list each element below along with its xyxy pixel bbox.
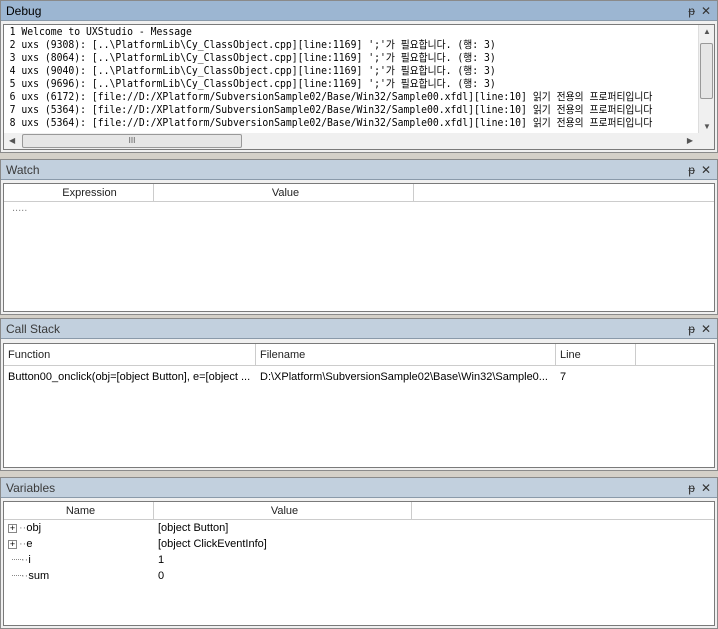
scroll-down-icon[interactable]: ▼	[703, 122, 711, 131]
pin-icon[interactable]: ᵽ	[688, 4, 695, 18]
debug-log: 1 Welcome to UXStudio - Message 2 uxs (93…	[4, 25, 692, 133]
tree-row[interactable]: + ··obj [object Button]	[4, 520, 714, 536]
scroll-thumb[interactable]	[700, 43, 713, 99]
log-line: 3 uxs (8064): [..\PlatformLib\Cy_ClassOb…	[9, 52, 496, 64]
panel-title: Variables	[6, 481, 56, 495]
column-name[interactable]: Name	[4, 502, 154, 519]
column-function[interactable]: Function	[4, 344, 256, 365]
variables-title-bar: Variables ᵽ ✕	[1, 478, 717, 498]
callstack-title-bar: Call Stack ᵽ ✕	[1, 319, 717, 339]
debug-title-bar: Debug ᵽ ✕	[1, 1, 717, 21]
var-name: i	[28, 554, 31, 566]
panel-title: Debug	[6, 4, 42, 18]
expand-icon[interactable]: +	[8, 540, 17, 549]
vertical-scrollbar[interactable]: ▲ ▼	[698, 25, 714, 133]
callstack-panel: Call Stack ᵽ ✕ Function Filename Line Butto…	[0, 318, 718, 471]
var-name: sum	[28, 570, 50, 582]
var-value: [object ClickEventInfo]	[158, 538, 267, 550]
watch-list[interactable]: Expression Value .....	[3, 183, 715, 312]
close-icon[interactable]: ✕	[701, 4, 711, 18]
watch-title-bar: Watch ᵽ ✕	[1, 160, 717, 180]
log-line: 5 uxs (9696): [..\PlatformLib\Cy_ClassOb…	[9, 78, 496, 90]
close-icon[interactable]: ✕	[701, 163, 711, 177]
scroll-up-icon[interactable]: ▲	[703, 27, 711, 36]
column-value[interactable]: Value	[154, 184, 414, 201]
scroll-left-icon[interactable]: ◀	[9, 136, 15, 145]
callstack-list[interactable]: Function Filename Line Button00_onclick(ob…	[3, 343, 715, 468]
log-line: 7 uxs (5364): [file://D:/XPlatform/Subve…	[9, 104, 653, 116]
log-line: 1 Welcome to UXStudio - Message	[9, 26, 192, 38]
scroll-right-icon[interactable]: ▶	[687, 136, 693, 145]
pin-icon[interactable]: ᵽ	[688, 481, 695, 495]
variables-tree[interactable]: Name Value + ··obj [object Button] + ··e [obje…	[3, 501, 715, 626]
var-name: e	[26, 538, 33, 550]
close-icon[interactable]: ✕	[701, 322, 711, 336]
var-value: 0	[158, 570, 165, 582]
column-filename[interactable]: Filename	[256, 344, 556, 365]
var-value: 1	[158, 554, 165, 566]
var-value: [object Button]	[158, 522, 229, 534]
log-line: 8 uxs (5364): [file://D:/XPlatform/Subve…	[9, 117, 653, 129]
column-expression[interactable]: Expression	[4, 184, 154, 201]
table-row[interactable]: Button00_onclick(obj=[object Button], e=…	[4, 368, 714, 386]
panel-title: Watch	[6, 163, 40, 177]
close-icon[interactable]: ✕	[701, 481, 711, 495]
column-line[interactable]: Line	[556, 344, 636, 365]
pin-icon[interactable]: ᵽ	[688, 322, 695, 336]
pin-icon[interactable]: ᵽ	[688, 163, 695, 177]
variables-panel: Variables ᵽ ✕ Name Value + ··obj [object But…	[0, 477, 718, 629]
cell-filename: D:\XPlatform\SubversionSample02\Base\Win…	[260, 371, 548, 383]
tree-row[interactable]: ··sum 0	[4, 568, 714, 584]
debug-panel: Debug ᵽ ✕ 1 Welcome to UXStudio - Message…	[0, 0, 718, 153]
expand-icon[interactable]: +	[8, 524, 17, 533]
log-line: 4 uxs (9040): [..\PlatformLib\Cy_ClassOb…	[9, 65, 496, 77]
var-name: obj	[26, 522, 42, 534]
horizontal-scrollbar[interactable]: ◀ III ▶	[4, 133, 698, 149]
column-value[interactable]: Value	[154, 502, 412, 519]
cell-function: Button00_onclick(obj=[object Button], e=…	[8, 371, 251, 383]
scroll-thumb[interactable]: III	[22, 134, 242, 148]
log-line: 6 uxs (6172): [file://D:/XPlatform/Subve…	[9, 91, 653, 103]
panel-title: Call Stack	[6, 322, 61, 336]
cell-line: 7	[560, 371, 567, 383]
watch-panel: Watch ᵽ ✕ Expression Value .....	[0, 159, 718, 315]
tree-row[interactable]: + ··e [object ClickEventInfo]	[4, 536, 714, 552]
watch-new-entry[interactable]: .....	[4, 202, 714, 214]
debug-output[interactable]: 1 Welcome to UXStudio - Message 2 uxs (93…	[3, 24, 715, 150]
tree-row[interactable]: ··i 1	[4, 552, 714, 568]
log-line: 2 uxs (9308): [..\PlatformLib\Cy_ClassOb…	[9, 39, 496, 51]
